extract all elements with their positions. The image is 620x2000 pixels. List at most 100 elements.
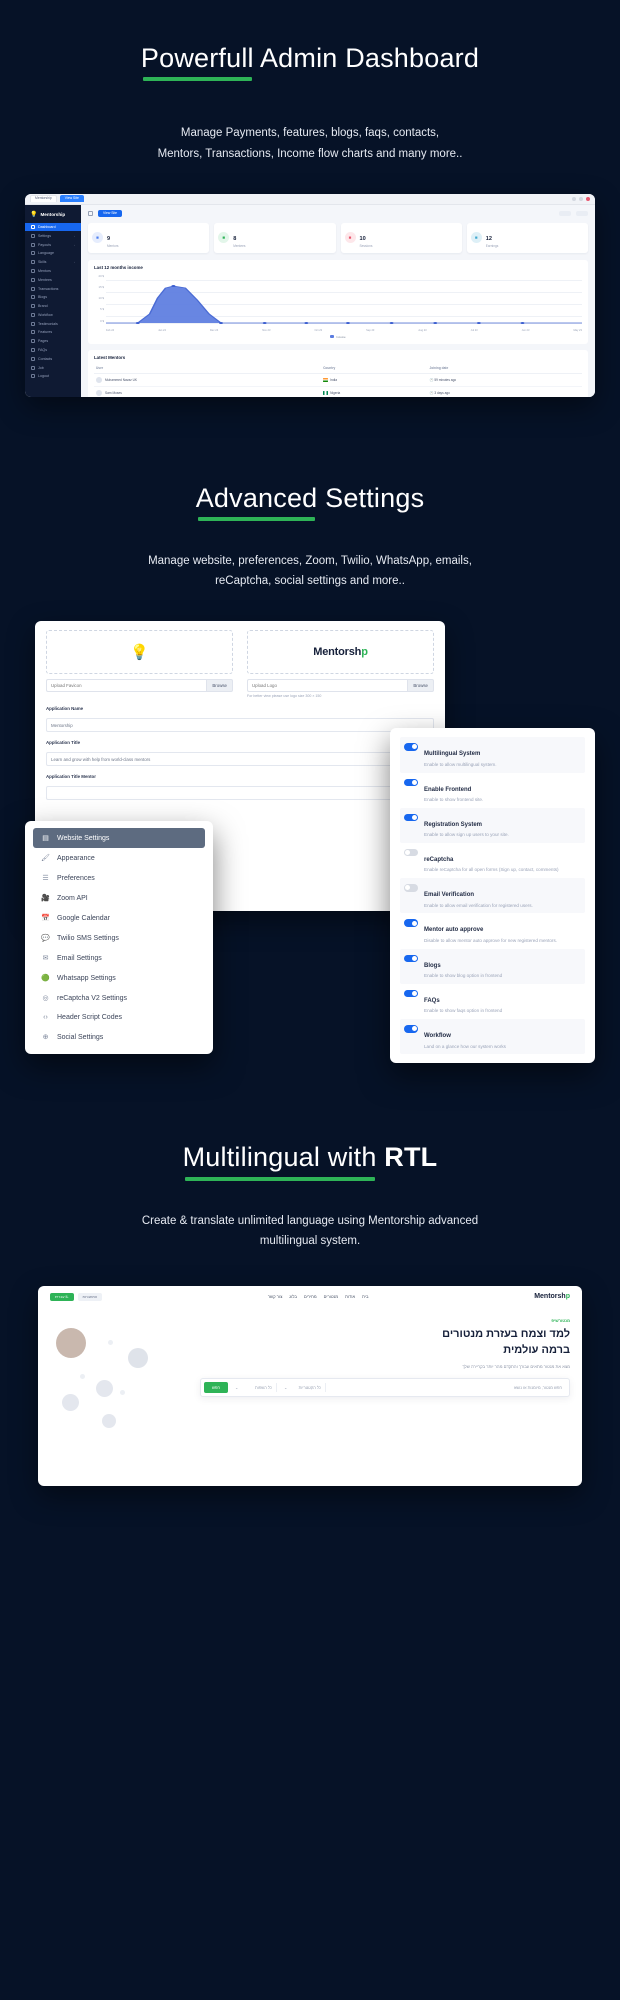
browser-tab[interactable]: Mentorship [30, 195, 57, 202]
settings-menu-item-appearance[interactable]: 🖌 Appearance [33, 848, 205, 868]
rtl-nav-link[interactable]: בית [362, 1294, 368, 1299]
field-input[interactable] [46, 718, 434, 733]
hamburger-icon[interactable] [88, 210, 93, 216]
sidebar-item-label: Language [38, 251, 54, 256]
cell-country: Nigeria [321, 386, 428, 397]
sidebar-item-testimonials[interactable]: Testimonials [25, 319, 81, 328]
field-input[interactable] [46, 786, 434, 801]
rtl-language-select[interactable]: כל השפות ⌄ [231, 1383, 277, 1393]
bulb-icon: 💡 [30, 211, 38, 218]
sidebar-item-dashboard[interactable]: Dashboard [25, 222, 81, 232]
preference-row: FAQs Enable to show faqs option in fronte… [400, 984, 585, 1019]
logo-dropzone[interactable]: Mentorshp [247, 630, 434, 675]
rtl-nav-pill[interactable]: התחברות [77, 1292, 103, 1301]
sidebar-item-logout[interactable]: Logout [25, 372, 81, 381]
chart-xtick: Oct 23 [314, 328, 323, 332]
sidebar-item-faqs[interactable]: FAQs [25, 346, 81, 355]
bulb-icon: 💡 [130, 644, 149, 662]
sidebar-item-label: FAQs [38, 347, 47, 352]
rtl-category-select[interactable]: כל הקטגוריות ⌄ [280, 1383, 326, 1393]
settings-menu-item-recaptcha-v2-settings[interactable]: ◎ reCaptcha V2 Settings [33, 988, 205, 1008]
table-row[interactable]: Sam Moses Nigeria 🕑 3 days ago [94, 386, 582, 397]
preference-row: Multilingual System Enable to allow multi… [400, 737, 585, 773]
field-label: Application Title Mentor [46, 774, 96, 780]
minimize-icon[interactable] [572, 196, 576, 201]
chevron-icon: ‹ [74, 233, 75, 238]
settings-menu-item-google-calendar[interactable]: 📅 Google Calendar [33, 908, 205, 928]
favicon-input[interactable] [46, 679, 207, 693]
browser-tab-active[interactable]: View Site [59, 195, 84, 202]
rtl-hero: מנטורשיפ למד וצמח בעזרת מנטורים ברמה עול… [38, 1308, 582, 1432]
topbar-control[interactable] [559, 210, 571, 216]
settings-menu-item-header-script-codes[interactable]: ‹› Header Script Codes [33, 1008, 205, 1027]
close-icon[interactable] [586, 196, 590, 201]
settings-menu-item-website-settings[interactable]: ▤ Website Settings [33, 828, 205, 849]
settings-menu-item-email-settings[interactable]: ✉ Email Settings [33, 948, 205, 968]
rtl-headline: למד וצמח בעזרת מנטורים ברמה עולמית [200, 1327, 570, 1359]
sidebar-item-pages[interactable]: Pages [25, 337, 81, 346]
quote-icon [31, 321, 35, 326]
settings-menu-item-whatsapp-settings[interactable]: 🟢 Whatsapp Settings [33, 968, 205, 988]
sidebar-item-contacts[interactable]: Contacts [25, 354, 81, 363]
rtl-title-rest: RTL [376, 1142, 438, 1173]
toggle-switch[interactable] [404, 954, 418, 963]
toggle-switch[interactable] [404, 848, 418, 857]
toggle-switch[interactable] [404, 813, 418, 822]
sidebar-item-label: Logout [38, 374, 49, 379]
topbar-profile[interactable] [576, 210, 588, 216]
rtl-nav-link[interactable]: אודות [345, 1294, 355, 1299]
toggle-description: Disable to allow mentor auto approve for… [424, 937, 558, 943]
toggle-switch[interactable] [404, 919, 418, 927]
logo-browse-button[interactable]: Browse [407, 679, 434, 693]
rtl-search-bar: חפש מנטור, מיומנות או נושא כל הקטגוריות ⌄… [200, 1378, 570, 1398]
toggle-title: Email Verification [424, 892, 475, 899]
sidebar-item-blogs[interactable]: Blogs [25, 293, 81, 302]
settings-menu-item-preferences[interactable]: ☰ Preferences [33, 868, 205, 888]
sidebar-item-workflow[interactable]: Workflow [25, 310, 81, 319]
favicon-dropzone[interactable]: 💡 [46, 630, 233, 675]
sidebar-item-settings[interactable]: Settings ‹ [25, 231, 81, 240]
sidebar-item-payouts[interactable]: Payouts ‹ [25, 240, 81, 249]
favicon-browse-button[interactable]: Browse [206, 679, 233, 693]
logo-input[interactable] [247, 679, 408, 693]
toggle-switch[interactable] [404, 778, 418, 787]
sidebar-item-language[interactable]: Language [25, 249, 81, 258]
clock-icon: 🕑 [429, 390, 434, 395]
settings-menu-item-twilio-sms-settings[interactable]: 💬 Twilio SMS Settings [33, 928, 205, 948]
toggle-description: Enable to show blog option in frontend [424, 973, 503, 979]
rtl-search-button[interactable]: חפש [204, 1382, 228, 1394]
upload-row: 💡 Browse Mentorshp Browse [46, 630, 434, 698]
sidebar-item-transactions[interactable]: Transactions [25, 284, 81, 293]
dashboard-body: 💡 Mentorship Dashboard Settings ‹ Payouts ‹ L… [25, 204, 595, 397]
toggle-switch[interactable] [404, 884, 418, 892]
sidebar-item-brand[interactable]: Brand [25, 302, 81, 311]
rtl-nav-link[interactable]: מנטורים [324, 1294, 338, 1299]
rtl-eyebrow: מנטורשיפ [551, 1317, 570, 1323]
sidebar-item-mentees[interactable]: Mentees [25, 275, 81, 284]
settings-menu-item-social-settings[interactable]: ⊕ Social Settings [33, 1027, 205, 1047]
view-site-button[interactable]: View Site [98, 209, 123, 217]
rtl-nav-link[interactable]: צור קשר [268, 1294, 283, 1299]
clock-icon: 🕑 [429, 377, 434, 382]
rtl-nav-pill[interactable]: עברית IL [50, 1292, 74, 1301]
rtl-nav-link[interactable]: בלוג [289, 1294, 297, 1299]
toggle-switch[interactable] [404, 1025, 418, 1033]
sidebar-item-features[interactable]: Features [25, 328, 81, 337]
page-icon [31, 339, 35, 344]
maximize-icon[interactable] [579, 196, 583, 201]
sidebar-item-skills[interactable]: Skills ‹ [25, 258, 81, 267]
sidebar-item-label: Mentors [38, 268, 51, 273]
sidebar-item-job[interactable]: Job [25, 363, 81, 372]
table-row[interactable]: Muhammed Navaz UK India 🕑 59 minutes ago [94, 373, 582, 387]
field-input[interactable] [46, 752, 434, 767]
rtl-nav-link[interactable]: מחירים [304, 1294, 317, 1299]
rtl-headline-line-2: ברמה עולמית [503, 1343, 570, 1356]
rtl-search-input[interactable]: חפש מנטור, מיומנות או נושא [329, 1383, 566, 1392]
field-label: Application Name [46, 706, 84, 712]
toggle-switch[interactable] [404, 743, 418, 751]
tag-icon [31, 304, 35, 309]
settings-menu-item-zoom-api[interactable]: 🎥 Zoom API [33, 888, 205, 908]
stat-number: 8 [233, 235, 237, 242]
sidebar-item-mentors[interactable]: Mentors [25, 267, 81, 276]
toggle-switch[interactable] [404, 989, 418, 998]
